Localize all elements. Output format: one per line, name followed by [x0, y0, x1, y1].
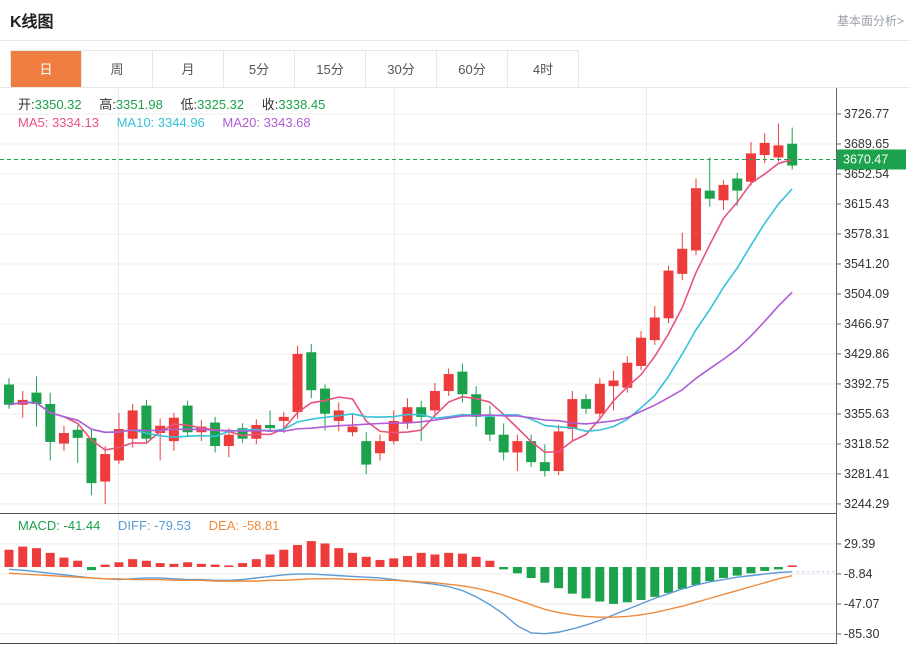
svg-text:3281.41: 3281.41 — [844, 467, 889, 481]
page-title: K线图 — [10, 8, 54, 32]
svg-text:-8.84: -8.84 — [844, 567, 873, 581]
svg-text:-85.30: -85.30 — [844, 627, 879, 641]
tab-15min[interactable]: 15分 — [295, 51, 366, 88]
svg-text:-47.07: -47.07 — [844, 597, 879, 611]
tab-60min[interactable]: 60分 — [437, 51, 508, 88]
chart-area: 3726.773689.653652.543615.433578.313541.… — [0, 88, 910, 646]
fundamental-analysis-link[interactable]: 基本面分析> — [837, 12, 904, 29]
svg-text:3429.86: 3429.86 — [844, 347, 889, 361]
svg-text:3578.31: 3578.31 — [844, 227, 889, 241]
kline-page: K线图 基本面分析> 日 周 月 5分 15分 30分 60分 4时 3726.… — [0, 0, 910, 646]
svg-text:3541.20: 3541.20 — [844, 257, 889, 271]
tab-month[interactable]: 月 — [153, 51, 224, 88]
svg-text:3392.75: 3392.75 — [844, 377, 889, 391]
tab-5min[interactable]: 5分 — [224, 51, 295, 88]
period-tabs: 日 周 月 5分 15分 30分 60分 4时 — [10, 50, 579, 88]
svg-text:3355.63: 3355.63 — [844, 407, 889, 421]
svg-text:3615.43: 3615.43 — [844, 197, 889, 211]
kline-chart-canvas[interactable]: 3726.773689.653652.543615.433578.313541.… — [0, 88, 910, 646]
svg-text:29.39: 29.39 — [844, 537, 875, 551]
tab-day[interactable]: 日 — [11, 51, 82, 88]
svg-text:3670.47: 3670.47 — [843, 153, 888, 167]
svg-text:3726.77: 3726.77 — [844, 107, 889, 121]
svg-text:3318.52: 3318.52 — [844, 437, 889, 451]
svg-text:3504.09: 3504.09 — [844, 287, 889, 301]
header-divider — [0, 40, 910, 41]
svg-text:3466.97: 3466.97 — [844, 317, 889, 331]
tab-week[interactable]: 周 — [82, 51, 153, 88]
tab-30min[interactable]: 30分 — [366, 51, 437, 88]
tab-4hour[interactable]: 4时 — [508, 51, 578, 88]
svg-text:3244.29: 3244.29 — [844, 497, 889, 511]
svg-text:3689.65: 3689.65 — [844, 137, 889, 151]
